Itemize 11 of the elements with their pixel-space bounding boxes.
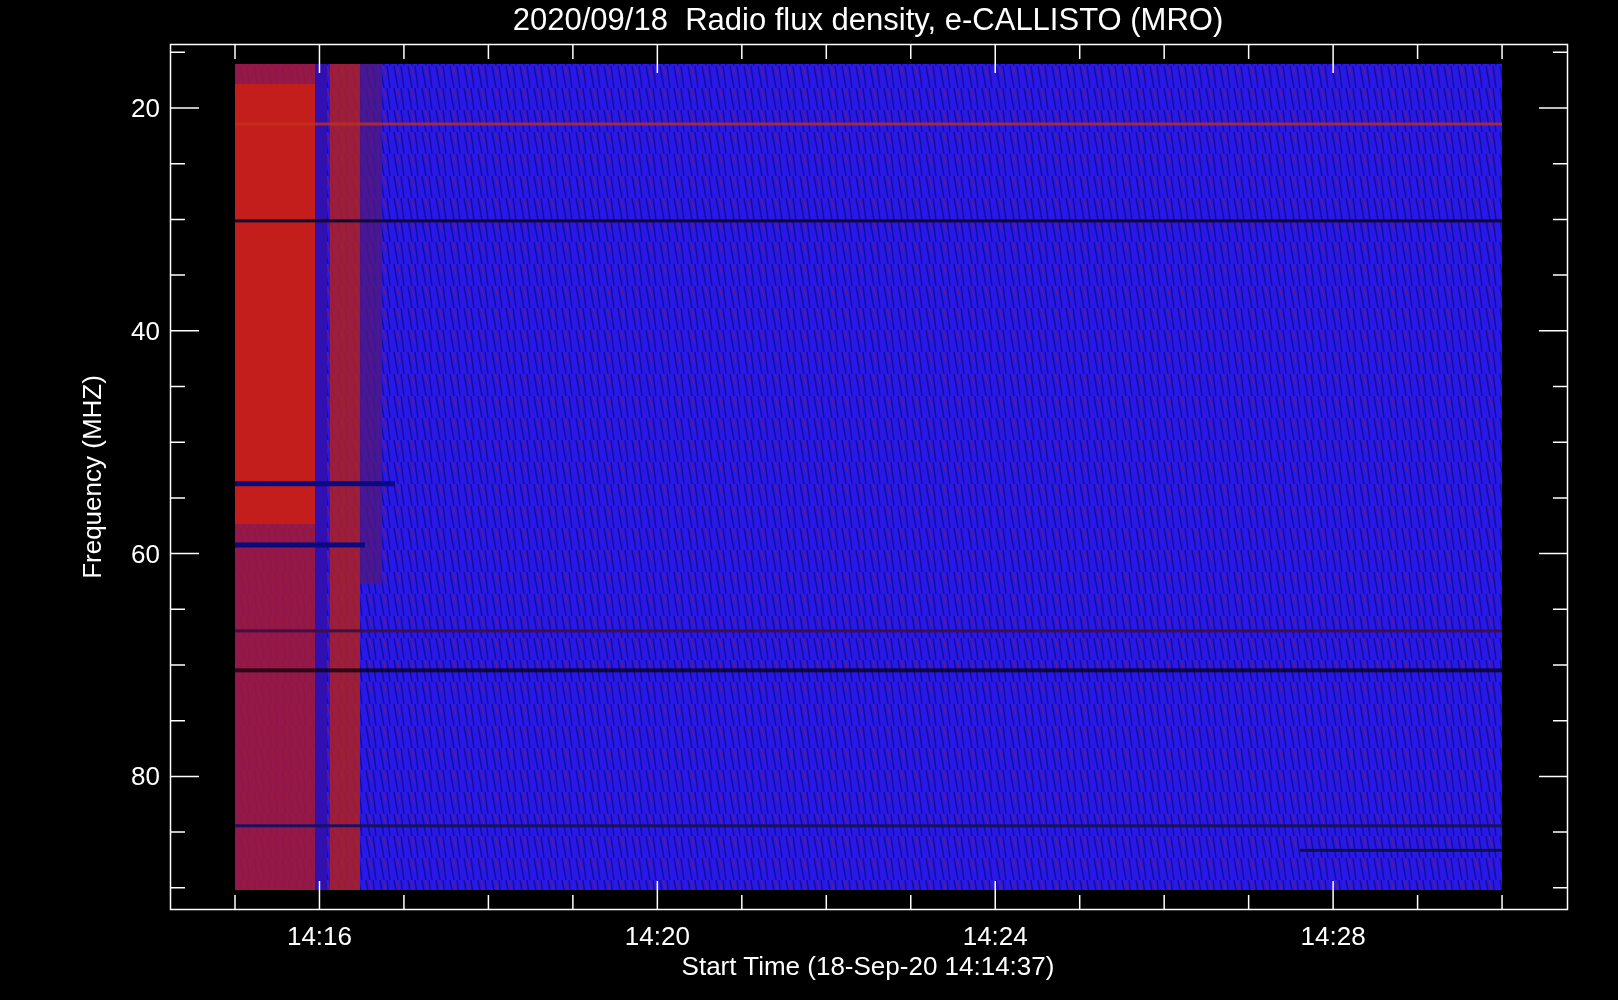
y-tick-label: 80	[131, 761, 160, 792]
x-tick-label: 14:24	[962, 921, 1028, 951]
x-axis-label: Start Time (18-Sep-20 14:14:37)	[681, 951, 1055, 981]
y-tick-label: 40	[131, 315, 160, 346]
x-tick-label: 14:20	[624, 921, 690, 951]
y-axis-label: Frequency (MHZ)	[77, 375, 107, 579]
x-tick-label: 14:16	[286, 921, 352, 951]
chart-title: 2020/09/18 Radio flux density, e-CALLISTO (MRO)	[512, 2, 1224, 37]
x-tick-label: 14:28	[1300, 921, 1366, 951]
y-tick-label: 20	[131, 93, 160, 123]
y-tick-label: 60	[131, 538, 160, 569]
